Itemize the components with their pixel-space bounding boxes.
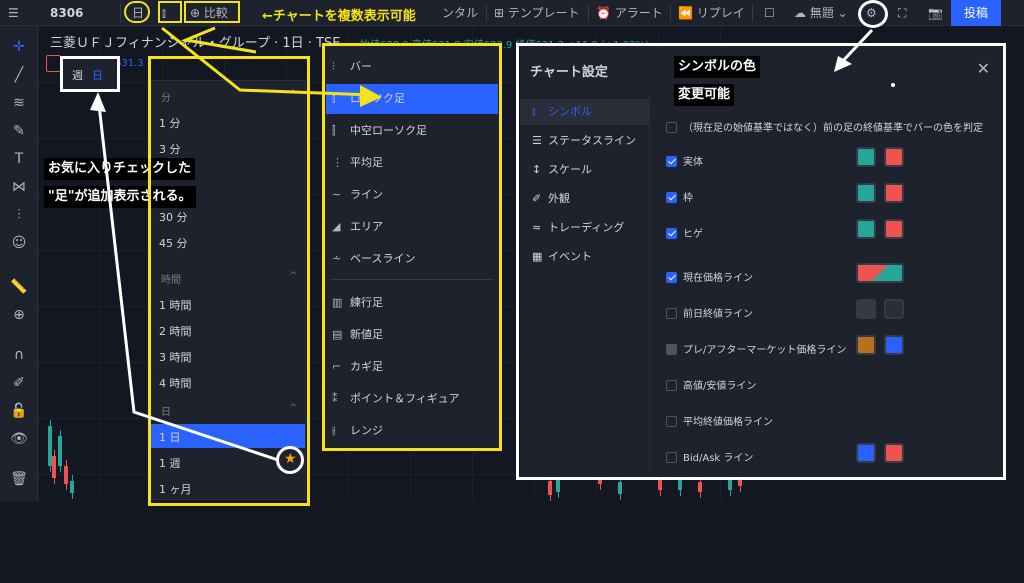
layout-square-icon[interactable]: ☐ [764, 4, 775, 22]
candle [52, 456, 56, 478]
crosshair-icon[interactable]: ✛ [10, 38, 28, 56]
indicators-button[interactable]: ンタル [442, 4, 478, 22]
trash-icon[interactable]: 🗑 [10, 470, 28, 488]
text-icon[interactable]: T [10, 150, 28, 168]
candle [548, 481, 552, 495]
prediction-icon[interactable]: ⫶ [10, 206, 28, 224]
highlight-interval-list [148, 56, 310, 506]
replay-label: リプレイ [696, 6, 745, 20]
symbol-search[interactable]: 8306 [50, 4, 83, 22]
annotation-multi-chart: ←チャートを複数表示可能 [262, 9, 416, 24]
emoji-icon[interactable]: ☺ [10, 234, 28, 252]
candle [58, 436, 62, 466]
candle [64, 466, 68, 484]
screenshot-root: ☰ 8306 日 ⫾ ⊕ 比較 ンタル ⊞ テンプレート ⏰ アラート ⏪ リプ… [0, 0, 1024, 583]
highlight-gear [858, 0, 888, 28]
favorite-star-marker: ★ [276, 446, 304, 474]
chart-symbol-title: 三菱ＵＦＪフィナンシャル・グループ · 1日 · TSE [50, 36, 341, 51]
cloud-icon: ☁ [794, 6, 806, 20]
brush-icon[interactable]: ✎ [10, 122, 28, 140]
camera-icon[interactable]: 📷 [928, 4, 943, 22]
candle [618, 482, 622, 494]
menu-icon[interactable]: ☰ [8, 4, 19, 22]
lock-icon[interactable]: 🔓 [10, 402, 28, 420]
grid-line [100, 26, 101, 501]
highlight-interval-button [124, 1, 150, 23]
highlight-favorites [60, 56, 120, 92]
alert-label: アラート [614, 6, 663, 20]
pattern-icon[interactable]: ⋈ [10, 178, 28, 196]
drawing-toolbar: ✛ ╱ ≋ ✎ T ⋈ ⫶ ☺ 📏 ⊕ ∩ ✐ 🔓 👁 🗑 [0, 26, 38, 501]
ruler-icon[interactable]: 📏 [10, 278, 28, 296]
highlight-compare-button [184, 1, 240, 23]
candle [70, 481, 74, 493]
post-button[interactable]: 投稿 [951, 0, 1001, 26]
grid-icon: ⊞ [494, 6, 505, 20]
grid-line [38, 26, 39, 501]
fib-icon[interactable]: ≋ [10, 94, 28, 112]
replay-button[interactable]: ⏪ リプレイ [678, 4, 745, 22]
rewind-icon: ⏪ [678, 6, 693, 20]
bottom-panel [0, 501, 1024, 583]
eye-icon[interactable]: 👁 [10, 430, 28, 448]
alert-button[interactable]: ⏰ アラート [596, 4, 663, 22]
alarm-clock-icon: ⏰ [596, 6, 611, 20]
trendline-icon[interactable]: ╱ [10, 66, 28, 84]
layout-name[interactable]: ☁ 無題 ⌄ [794, 4, 848, 22]
templates-button[interactable]: ⊞ テンプレート [494, 4, 580, 22]
candle [698, 482, 702, 492]
grid-line [38, 26, 758, 27]
magnet-icon[interactable]: ∩ [10, 346, 28, 364]
highlight-chart-type-button [158, 1, 182, 23]
templates-label: テンプレート [507, 6, 580, 20]
highlight-settings [516, 43, 1006, 480]
sell-box[interactable] [46, 55, 61, 72]
pencil-lock-icon[interactable]: ✐ [10, 374, 28, 392]
zoom-icon[interactable]: ⊕ [10, 306, 28, 324]
star-icon[interactable]: ★ [284, 451, 297, 467]
highlight-chart-type-list [322, 43, 502, 451]
layout-name-label: 無題 [809, 6, 834, 20]
fullscreen-icon[interactable]: ⛶ [898, 4, 906, 22]
